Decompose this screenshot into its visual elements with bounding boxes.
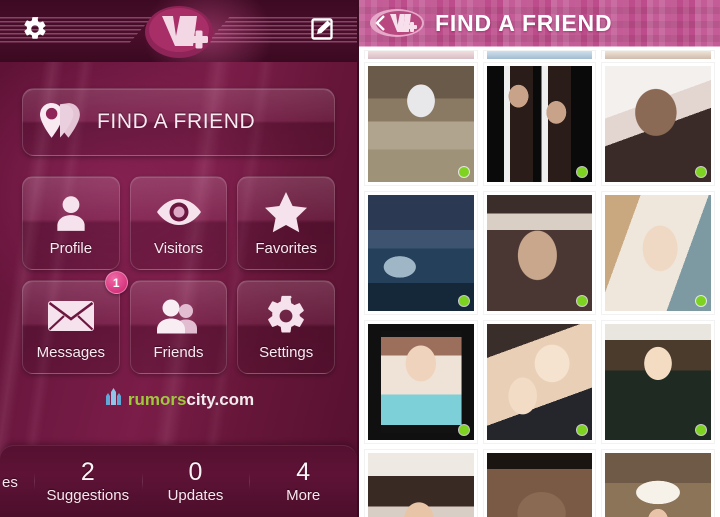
envelope-icon bbox=[47, 293, 95, 339]
photo-card[interactable] bbox=[483, 63, 596, 185]
star-icon bbox=[264, 189, 308, 235]
gear-icon bbox=[22, 16, 48, 47]
photo-card[interactable] bbox=[365, 450, 477, 517]
person-icon bbox=[50, 189, 92, 235]
photo-card[interactable] bbox=[602, 450, 714, 517]
tile-label-favorites: Favorites bbox=[255, 240, 318, 257]
watermark-dotcom: .com bbox=[214, 389, 255, 409]
photo-card[interactable] bbox=[365, 51, 477, 59]
photo-card[interactable] bbox=[365, 321, 477, 443]
eye-icon bbox=[155, 189, 203, 235]
photo-thumbnail bbox=[605, 51, 711, 59]
photo-thumbnail bbox=[605, 453, 711, 517]
find-a-friend-label: FIND A FRIEND bbox=[97, 110, 256, 133]
left-app-panel: FIND A FRIEND Profile Visitors Favorites… bbox=[0, 0, 358, 517]
photo-thumbnail bbox=[486, 453, 593, 517]
app-root: FIND A FRIEND Profile Visitors Favorites… bbox=[0, 0, 720, 517]
compose-icon bbox=[310, 17, 334, 46]
stat-item-more[interactable]: 4 More bbox=[249, 459, 357, 504]
online-status-dot bbox=[458, 296, 469, 306]
photo-card[interactable] bbox=[483, 321, 596, 443]
heart-map-pin-icon bbox=[23, 99, 97, 145]
photo-grid bbox=[359, 59, 720, 517]
photo-card[interactable] bbox=[602, 63, 714, 185]
photo-thumbnail bbox=[368, 66, 474, 182]
tile-label-profile: Profile bbox=[49, 240, 93, 257]
photo-card[interactable] bbox=[365, 192, 477, 314]
tile-profile[interactable]: Profile bbox=[22, 176, 120, 270]
left-header-bar bbox=[0, 0, 358, 62]
stat-label-updates: Updates bbox=[167, 487, 224, 505]
watermark-rumors: rumors bbox=[127, 389, 187, 409]
settings-gear-button[interactable] bbox=[20, 16, 50, 46]
photo-card[interactable] bbox=[602, 192, 714, 314]
stat-number-more: 4 bbox=[296, 457, 311, 486]
bottom-stats-bar: es 2 Suggestions 0 Updates 4 More bbox=[0, 445, 358, 517]
main-menu-grid: Profile Visitors Favorites 1 Messages Fr… bbox=[22, 176, 336, 374]
app-logo bbox=[136, 2, 222, 62]
photo-card[interactable] bbox=[483, 192, 596, 314]
tile-label-messages: Messages bbox=[36, 344, 106, 361]
photo-thumbnail bbox=[486, 324, 593, 440]
gear-icon bbox=[264, 293, 308, 339]
photo-thumbnail bbox=[486, 51, 593, 59]
online-status-dot bbox=[696, 296, 706, 306]
stat-item-clipped[interactable]: es bbox=[0, 472, 34, 491]
watermark-city: city bbox=[186, 389, 215, 409]
photo-grid-scroll[interactable] bbox=[359, 47, 720, 517]
people-icon bbox=[154, 293, 204, 339]
right-app-panel: FIND A FRIEND bbox=[359, 0, 720, 517]
tile-label-settings: Settings bbox=[259, 344, 314, 361]
tile-settings[interactable]: Settings bbox=[237, 280, 336, 374]
right-header-bar: FIND A FRIEND bbox=[359, 0, 720, 47]
compose-message-button[interactable] bbox=[307, 16, 337, 46]
photo-card[interactable] bbox=[602, 321, 714, 443]
stat-label-more: More bbox=[286, 487, 321, 505]
tile-messages[interactable]: 1 Messages bbox=[22, 271, 128, 374]
back-button[interactable] bbox=[369, 8, 425, 38]
city-skyline-icon bbox=[103, 388, 123, 411]
stat-number-suggestions: 2 bbox=[80, 457, 95, 486]
online-status-dot bbox=[458, 167, 469, 177]
photo-thumbnail bbox=[486, 66, 593, 182]
tile-label-visitors: Visitors bbox=[154, 240, 203, 257]
stat-number-updates: 0 bbox=[188, 457, 203, 486]
waplog-logo-icon bbox=[144, 6, 213, 58]
stat-item-updates[interactable]: 0 Updates bbox=[141, 457, 250, 505]
photo-card[interactable] bbox=[483, 51, 596, 59]
find-a-friend-button[interactable]: FIND A FRIEND bbox=[22, 88, 336, 156]
right-panel-title: FIND A FRIEND bbox=[435, 9, 613, 36]
photo-card[interactable] bbox=[483, 450, 596, 517]
tile-friends[interactable]: Friends bbox=[129, 280, 228, 374]
photo-card[interactable] bbox=[602, 51, 714, 59]
photo-card[interactable] bbox=[365, 63, 477, 185]
stat-item-suggestions[interactable]: 2 Suggestions bbox=[34, 459, 142, 504]
photo-thumbnail bbox=[368, 324, 474, 440]
tile-visitors[interactable]: Visitors bbox=[129, 176, 228, 270]
online-status-dot bbox=[458, 425, 469, 435]
photo-thumbnail bbox=[368, 195, 474, 311]
tile-favorites[interactable]: Favorites bbox=[237, 176, 336, 270]
online-status-dot bbox=[696, 425, 706, 435]
messages-unread-badge: 1 bbox=[104, 271, 128, 294]
stat-label-suggestions: Suggestions bbox=[46, 487, 130, 505]
back-arrow-logo-icon bbox=[370, 9, 425, 37]
stat-label-clipped: es bbox=[2, 474, 18, 491]
photo-thumbnail bbox=[368, 453, 474, 517]
online-status-dot bbox=[696, 167, 706, 177]
photo-thumbnail bbox=[486, 195, 593, 311]
watermark: rumorscity.com bbox=[0, 388, 357, 411]
photo-thumbnail bbox=[605, 66, 711, 182]
photo-row-partial-top bbox=[359, 47, 720, 59]
photo-thumbnail bbox=[368, 51, 474, 59]
photo-thumbnail bbox=[605, 195, 711, 311]
photo-thumbnail bbox=[605, 324, 711, 440]
tile-label-friends: Friends bbox=[153, 344, 204, 361]
watermark-text: rumorscity.com bbox=[128, 390, 254, 410]
